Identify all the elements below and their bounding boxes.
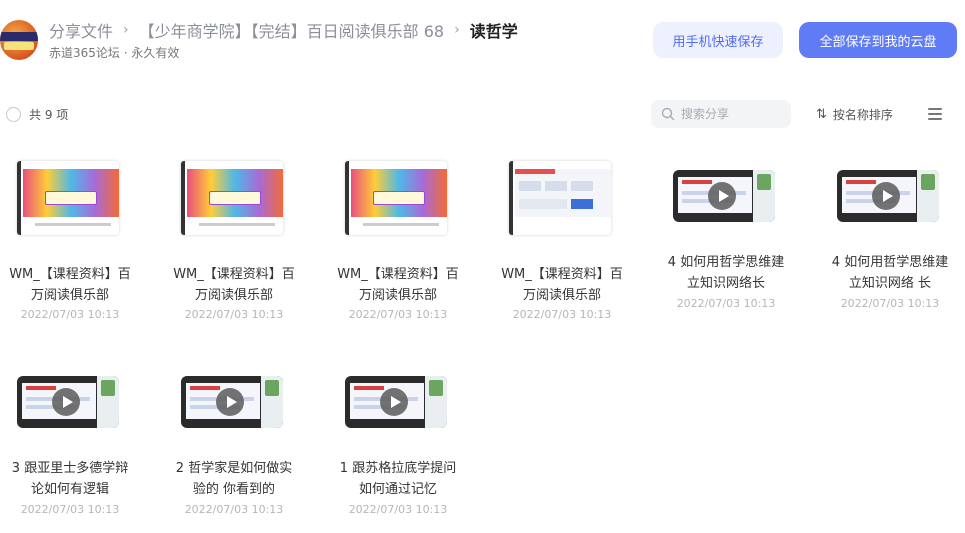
file-item[interactable]: 4 如何用哲学思维建立知识网络长 2022/07/03 10:13 — [656, 160, 796, 340]
search-input[interactable] — [681, 107, 781, 121]
file-item[interactable]: WM_【课程资料】百万阅读俱乐部 2022/07/03 10:13 — [328, 160, 468, 340]
file-name: 3 跟亚里士多德学辩论如何有逻辑 — [11, 461, 129, 497]
file-item[interactable]: 2 哲学家是如何做实验的 你看到的 2022/07/03 10:13 — [164, 366, 304, 533]
file-date: 2022/07/03 10:13 — [512, 308, 612, 321]
document-thumbnail — [509, 161, 611, 235]
file-item[interactable]: 3 跟亚里士多德学辩论如何有逻辑 2022/07/03 10:13 — [0, 366, 140, 533]
file-date: 2022/07/03 10:13 — [20, 308, 120, 321]
play-icon — [872, 182, 900, 210]
file-date: 2022/07/03 10:13 — [184, 503, 284, 516]
play-icon — [52, 388, 80, 416]
file-name: 4 如何用哲学思维建立知识网络长 — [667, 255, 785, 291]
file-date: 2022/07/03 10:13 — [20, 503, 120, 516]
file-date: 2022/07/03 10:13 — [348, 503, 448, 516]
file-name: 2 哲学家是如何做实验的 你看到的 — [175, 461, 293, 497]
video-thumbnail — [673, 170, 775, 222]
chevron-right-icon: › — [123, 22, 129, 38]
file-name: WM_【课程资料】百万阅读俱乐部 — [337, 267, 459, 303]
file-name: WM_【课程资料】百万阅读俱乐部 — [9, 267, 131, 303]
file-date: 2022/07/03 10:13 — [348, 308, 448, 321]
breadcrumb: 分享文件 › 【少年商学院】【完结】百日阅读俱乐部 68 › 读哲学 — [49, 18, 518, 42]
sort-button[interactable]: ⇅ 按名称排序 — [816, 106, 893, 123]
search-box[interactable] — [651, 100, 791, 128]
file-name: WM_【课程资料】百万阅读俱乐部 — [173, 267, 295, 303]
play-icon — [216, 388, 244, 416]
file-date: 2022/07/03 10:13 — [184, 308, 284, 321]
file-name: 1 跟苏格拉底学提问 如何通过记忆 — [339, 461, 457, 497]
image-thumbnail — [181, 161, 283, 235]
image-thumbnail — [345, 161, 447, 235]
file-date: 2022/07/03 10:13 — [676, 297, 776, 310]
image-thumbnail — [17, 161, 119, 235]
video-thumbnail — [17, 376, 119, 428]
breadcrumb-item-folder[interactable]: 【少年商学院】【完结】百日阅读俱乐部 68 — [139, 18, 444, 42]
chevron-right-icon: › — [454, 22, 460, 38]
file-toolbar: 共 9 项 ⇅ 按名称排序 — [0, 96, 965, 132]
breadcrumb-item-current: 读哲学 — [469, 22, 518, 41]
file-item[interactable]: WM_【课程资料】百万阅读俱乐部 2022/07/03 10:13 — [164, 160, 304, 340]
video-thumbnail — [345, 376, 447, 428]
sort-arrows-icon: ⇅ — [816, 107, 827, 122]
list-view-menu-icon[interactable] — [928, 108, 942, 120]
file-name: WM_【课程资料】百万阅读俱乐部 — [501, 267, 623, 303]
file-item[interactable]: 1 跟苏格拉底学提问 如何通过记忆 2022/07/03 10:13 — [328, 366, 468, 533]
play-icon — [380, 388, 408, 416]
sort-label: 按名称排序 — [832, 108, 893, 122]
sharer-avatar[interactable] — [0, 20, 38, 60]
video-thumbnail — [181, 376, 283, 428]
item-count: 共 9 项 — [29, 108, 69, 122]
share-subtitle: 赤道365论坛 · 永久有效 — [49, 46, 180, 60]
save-all-button[interactable]: 全部保存到我的云盘 — [799, 22, 957, 58]
file-item[interactable]: WM_【课程资料】百万阅读俱乐部 2022/07/03 10:13 — [0, 160, 140, 340]
file-name: 4 如何用哲学思维建立知识网络 长 — [831, 255, 949, 291]
select-all-checkbox[interactable] — [6, 107, 21, 122]
share-header: 分享文件 › 【少年商学院】【完结】百日阅读俱乐部 68 › 读哲学 赤道365… — [0, 0, 965, 80]
file-item[interactable]: WM_【课程资料】百万阅读俱乐部 2022/07/03 10:13 — [492, 160, 632, 340]
video-thumbnail — [837, 170, 939, 222]
play-icon — [708, 182, 736, 210]
search-icon — [661, 107, 675, 121]
breadcrumb-item-root[interactable]: 分享文件 — [49, 18, 113, 42]
mobile-save-button[interactable]: 用手机快速保存 — [653, 22, 783, 58]
file-item[interactable]: 4 如何用哲学思维建立知识网络 长 2022/07/03 10:13 — [820, 160, 960, 340]
file-date: 2022/07/03 10:13 — [840, 297, 940, 310]
